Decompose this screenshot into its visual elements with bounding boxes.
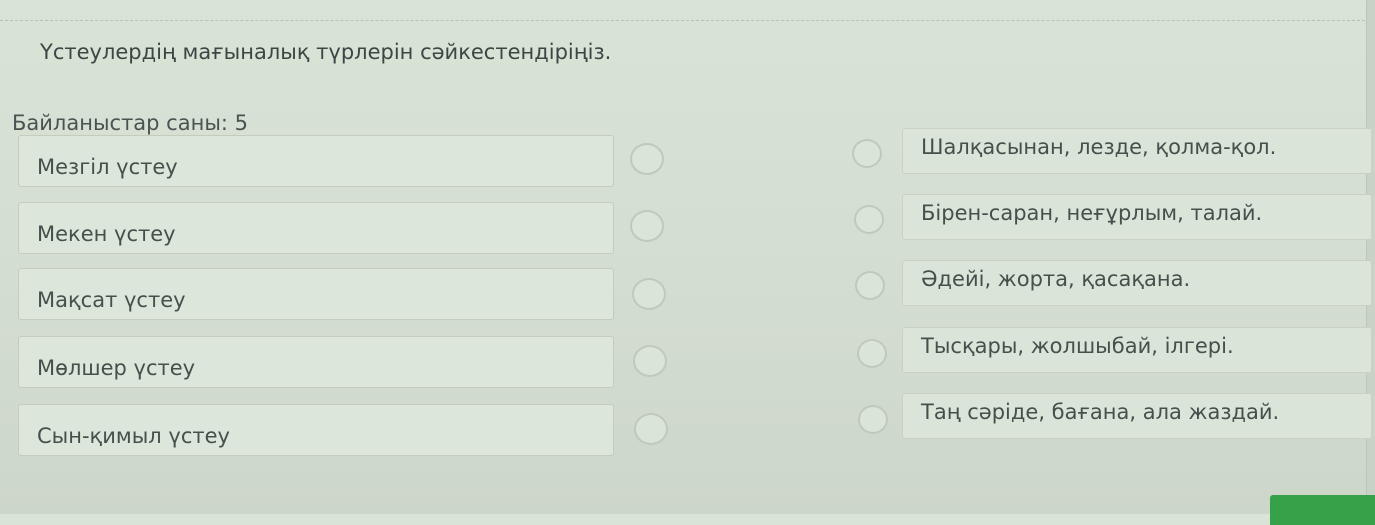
- right-connector-circle-4[interactable]: [857, 339, 887, 368]
- left-item-label: Мақсат үстеу: [37, 288, 186, 312]
- left-item-3[interactable]: Мақсат үстеу: [18, 268, 614, 320]
- left-connector-circle-3[interactable]: [632, 278, 666, 310]
- left-item-label: Мекен үстеу: [37, 222, 176, 246]
- right-item-4[interactable]: Тысқары, жолшыбай, ілгері.: [902, 327, 1372, 373]
- left-connector-circle-1[interactable]: [630, 143, 664, 175]
- right-item-3[interactable]: Әдейі, жорта, қасақана.: [902, 260, 1372, 306]
- left-item-5[interactable]: Сын-қимыл үстеу: [18, 404, 614, 456]
- right-item-label: Әдейі, жорта, қасақана.: [921, 267, 1191, 291]
- right-item-label: Таң сәріде, бағана, ала жаздай.: [921, 400, 1280, 424]
- right-item-2[interactable]: Бірен-саран, неғұрлым, талай.: [902, 194, 1372, 240]
- right-item-label: Тысқары, жолшыбай, ілгері.: [921, 334, 1234, 358]
- left-connector-circle-5[interactable]: [634, 413, 668, 445]
- right-item-label: Шалқасынан, лезде, қолма-қол.: [921, 135, 1277, 159]
- right-item-5[interactable]: Таң сәріде, бағана, ала жаздай.: [902, 393, 1372, 439]
- left-item-label: Сын-қимыл үстеу: [37, 424, 230, 448]
- left-item-label: Мезгіл үстеу: [37, 155, 178, 179]
- submit-button[interactable]: [1270, 495, 1375, 525]
- left-item-label: Мөлшер үстеу: [37, 356, 196, 380]
- top-divider: [0, 0, 1375, 21]
- left-item-2[interactable]: Мекен үстеу: [18, 202, 614, 254]
- connections-count: Байланыстар саны: 5: [12, 111, 249, 135]
- left-item-1[interactable]: Мезгіл үстеу: [18, 135, 614, 187]
- left-connector-circle-2[interactable]: [630, 210, 664, 242]
- right-item-1[interactable]: Шалқасынан, лезде, қолма-қол.: [902, 128, 1372, 174]
- right-connector-circle-1[interactable]: [852, 139, 882, 168]
- right-item-label: Бірен-саран, неғұрлым, талай.: [921, 201, 1263, 225]
- right-connector-circle-3[interactable]: [855, 271, 885, 300]
- right-connector-circle-5[interactable]: [858, 405, 888, 434]
- right-connector-circle-2[interactable]: [854, 205, 884, 234]
- left-connector-circle-4[interactable]: [633, 345, 667, 377]
- left-item-4[interactable]: Мөлшер үстеу: [18, 336, 614, 388]
- question-text: Үстеулердің мағыналық түрлерін сәйкестен…: [40, 40, 612, 64]
